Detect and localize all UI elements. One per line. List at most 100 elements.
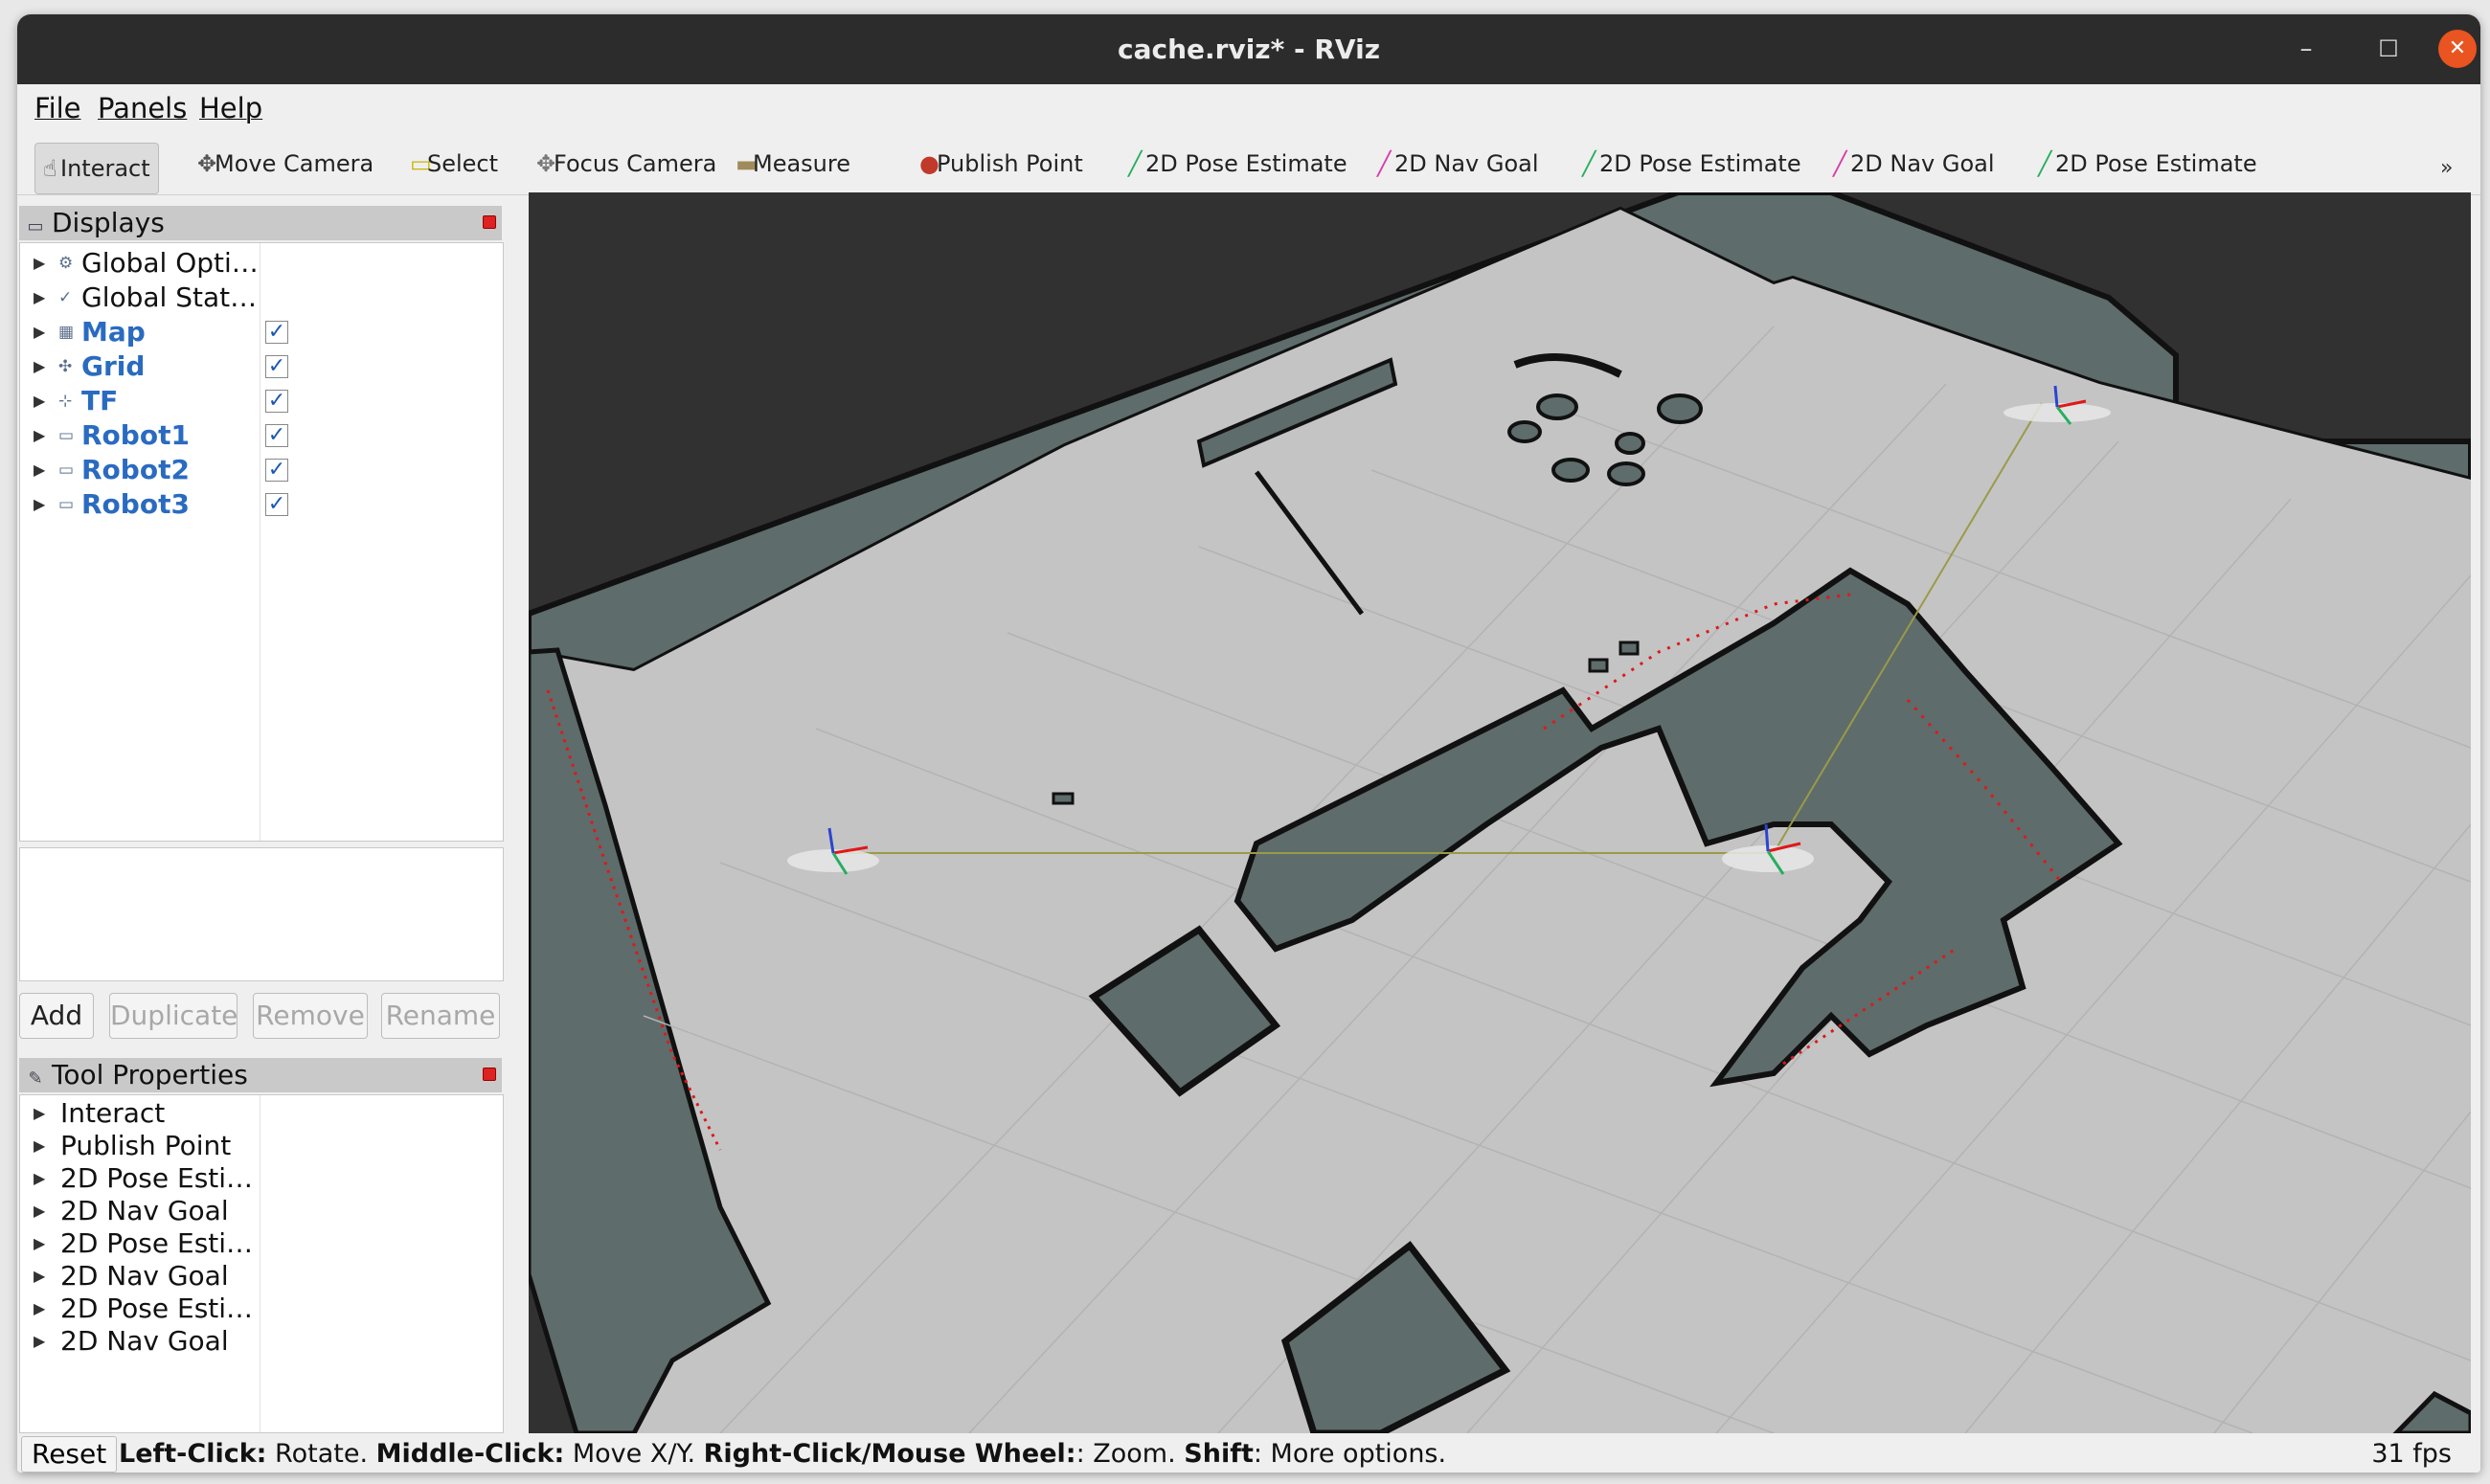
display-item-label: TF (81, 385, 119, 416)
tool-label: Publish Point (937, 150, 1083, 177)
tool-property-item[interactable]: ▶ 2D Nav Goal (20, 1260, 499, 1293)
hint-part: Middle-Click: (375, 1439, 565, 1469)
tool-2d-pose-estimate[interactable]: ╱ 2D Pose Estimate (2038, 145, 2257, 183)
goal-arrow-icon: ╱ (1377, 150, 1392, 177)
tool-2d-pose-estimate[interactable]: ╱ 2D Pose Estimate (1128, 145, 1347, 183)
enabled-checkbox[interactable]: ✓ (265, 459, 288, 482)
expand-arrow-icon[interactable]: ▶ (34, 281, 45, 314)
display-item-robot1[interactable]: ▶ ▭ Robot1 ✓ (20, 419, 499, 452)
hint-part: Move X/Y. (564, 1439, 704, 1469)
tool-measure[interactable]: ▬Measure (736, 145, 850, 183)
small-obstacle (1588, 658, 1609, 673)
tool-label: Interact (60, 155, 150, 182)
expand-arrow-icon[interactable]: ▶ (34, 1293, 45, 1325)
tool-property-label: Interact (60, 1097, 166, 1129)
small-obstacle (1052, 792, 1075, 805)
expand-arrow-icon[interactable]: ▶ (34, 1260, 45, 1293)
expand-arrow-icon[interactable]: ▶ (34, 1227, 45, 1260)
tool-property-label: 2D Nav Goal (60, 1325, 229, 1357)
tool-interact[interactable]: ☝ Interact (34, 143, 159, 194)
enabled-checkbox[interactable]: ✓ (265, 355, 288, 378)
tool-property-label: 2D Pose Esti… (60, 1162, 254, 1194)
menu-panels[interactable]: Panels (98, 92, 187, 124)
close-icon[interactable]: ✕ (2438, 30, 2477, 68)
tool-property-item[interactable]: ▶ Interact (20, 1097, 499, 1130)
expand-arrow-icon[interactable]: ▶ (34, 419, 45, 452)
left-dock: ▭ Displays ▶ ⚙ Global Opti… ▶ ✓ Global Stat… ▶ ▦… (17, 194, 504, 1439)
tool-properties-header: ✎ Tool Properties (19, 1058, 502, 1092)
move-camera-icon: ✥ (197, 150, 217, 177)
tool-label: 2D Pose Estimate (1145, 150, 1347, 177)
expand-arrow-icon[interactable]: ▶ (34, 350, 45, 383)
status-hint: Left-Click: Rotate. Middle-Click: Move X… (119, 1439, 1446, 1469)
expand-arrow-icon[interactable]: ▶ (34, 316, 45, 349)
expand-arrow-icon[interactable]: ▶ (34, 1130, 45, 1162)
rviz-window: cache.rviz* - RViz – ☐ ✕ File Panels Hel… (17, 14, 2480, 1473)
left-collapse-handle[interactable] (529, 192, 538, 1433)
menu-help[interactable]: Help (199, 92, 262, 124)
expand-arrow-icon[interactable]: ▶ (34, 454, 45, 486)
maximize-icon[interactable]: ☐ (2369, 30, 2408, 68)
tool-publish-point[interactable]: ●Publish Point (919, 145, 1083, 183)
display-item-grid[interactable]: ▶ ✣ Grid ✓ (20, 350, 499, 383)
expand-arrow-icon[interactable]: ▶ (34, 1195, 45, 1227)
enabled-checkbox[interactable]: ✓ (265, 321, 288, 344)
reset-button[interactable]: Reset (21, 1436, 118, 1473)
pose-arrow-icon: ╱ (1582, 150, 1596, 177)
small-obstacle (1618, 641, 1640, 656)
tool-property-item[interactable]: ▶ 2D Pose Esti… (20, 1162, 499, 1195)
tool-property-item[interactable]: ▶ 2D Nav Goal (20, 1195, 499, 1227)
display-item-label: Global Stat… (81, 281, 258, 313)
enabled-checkbox[interactable]: ✓ (265, 390, 288, 413)
tool-2d-nav-goal[interactable]: ╱ 2D Nav Goal (1833, 145, 1995, 183)
display-item-map[interactable]: ▶ ▦ Map ✓ (20, 316, 499, 349)
tool-move-camera[interactable]: ✥Move Camera (197, 145, 374, 183)
display-item-robot2[interactable]: ▶ ▭ Robot2 ✓ (20, 454, 499, 486)
add-button[interactable]: Add (19, 993, 94, 1039)
displays-panel-header: ▭ Displays (19, 206, 502, 240)
select-icon: ▭ (410, 150, 432, 177)
display-item-label: Grid (81, 350, 146, 382)
display-item-global-opti[interactable]: ▶ ⚙ Global Opti… (20, 247, 499, 280)
panel-close-icon[interactable] (483, 1068, 496, 1081)
tool-property-item[interactable]: ▶ 2D Pose Esti… (20, 1293, 499, 1325)
render-3d-view[interactable] (529, 192, 2471, 1433)
folder-icon: ▭ (58, 495, 75, 514)
expand-arrow-icon[interactable]: ▶ (34, 488, 45, 521)
display-item-global-stat[interactable]: ▶ ✓ Global Stat… (20, 281, 499, 314)
map-scene[interactable] (529, 192, 2471, 1433)
tool-label: 2D Pose Estimate (1599, 150, 1801, 177)
folder-icon: ▭ (58, 426, 75, 445)
minimize-icon[interactable]: – (2287, 30, 2325, 68)
toolbar-overflow-icon[interactable]: » (2440, 156, 2453, 180)
tool-focus-camera[interactable]: ✥Focus Camera (536, 145, 716, 183)
tool-properties-title: Tool Properties (52, 1059, 248, 1091)
monitor-icon: ▭ (27, 216, 44, 236)
rename-button: Rename (381, 993, 500, 1039)
folder-icon: ▭ (58, 461, 75, 480)
tool-property-item[interactable]: ▶ Publish Point (20, 1130, 499, 1162)
enabled-checkbox[interactable]: ✓ (265, 424, 288, 447)
tool-label: Measure (753, 150, 850, 177)
tool-property-item[interactable]: ▶ 2D Pose Esti… (20, 1227, 499, 1260)
expand-arrow-icon[interactable]: ▶ (34, 247, 45, 280)
display-item-tf[interactable]: ▶ ⊹ TF ✓ (20, 385, 499, 417)
tool-select[interactable]: ▭Select (410, 145, 498, 183)
expand-arrow-icon[interactable]: ▶ (34, 1162, 45, 1195)
tool-properties-tree: ▶ Interact ▶ Publish Point ▶ 2D Pose Esti… ▶ 2D… (19, 1094, 504, 1433)
expand-arrow-icon[interactable]: ▶ (34, 385, 45, 417)
title-bar[interactable]: cache.rviz* - RViz – ☐ ✕ (17, 14, 2480, 84)
panel-close-icon[interactable] (483, 215, 496, 229)
map-icon: ▦ (58, 323, 75, 342)
hand-icon: ☝ (43, 155, 57, 182)
tool-label: Select (427, 150, 499, 177)
expand-arrow-icon[interactable]: ▶ (34, 1097, 45, 1130)
menu-file[interactable]: File (34, 92, 81, 124)
tool-property-item[interactable]: ▶ 2D Nav Goal (20, 1325, 499, 1358)
tool-2d-nav-goal[interactable]: ╱ 2D Nav Goal (1377, 145, 1539, 183)
display-item-robot3[interactable]: ▶ ▭ Robot3 ✓ (20, 488, 499, 521)
enabled-checkbox[interactable]: ✓ (265, 493, 288, 516)
tool-2d-pose-estimate[interactable]: ╱ 2D Pose Estimate (1582, 145, 1801, 183)
display-item-label: Global Opti… (81, 247, 259, 279)
expand-arrow-icon[interactable]: ▶ (34, 1325, 45, 1358)
